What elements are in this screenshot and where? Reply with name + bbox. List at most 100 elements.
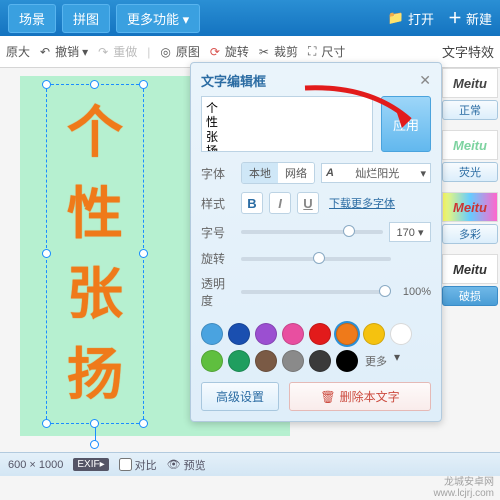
size-value[interactable]: 170 ▾: [389, 222, 431, 242]
status-bar: 600 × 1000 EXIF▸ 对比 👁预览: [0, 452, 500, 476]
font-source-tabs[interactable]: 本地 网络: [241, 162, 315, 184]
color-swatch[interactable]: [390, 323, 412, 345]
undo-button[interactable]: ↶撤销▾: [40, 43, 88, 60]
color-swatch[interactable]: [282, 350, 304, 372]
compare-checkbox[interactable]: 对比: [119, 457, 157, 473]
color-swatch[interactable]: [309, 350, 331, 372]
size-slider[interactable]: [241, 230, 383, 234]
texteffect-label[interactable]: 文字特效: [442, 42, 494, 61]
rotate-icon: ⟳: [210, 45, 220, 59]
text-char: 个: [67, 105, 123, 161]
text-char: 张: [67, 266, 123, 322]
effect-item[interactable]: Meitu多彩: [440, 192, 500, 244]
color-swatch[interactable]: [228, 350, 250, 372]
rotate-button[interactable]: ⟳旋转: [210, 43, 249, 60]
font-tab-local[interactable]: 本地: [242, 163, 278, 183]
effect-button-colorful[interactable]: 多彩: [442, 224, 498, 244]
eye-icon: 👁: [167, 458, 181, 471]
color-swatch[interactable]: [255, 323, 277, 345]
more-colors-link[interactable]: 更多: [365, 353, 387, 369]
watermark: 龙城安卓网 www.lcjrj.com: [433, 476, 494, 500]
effect-item[interactable]: Meitu破损: [440, 254, 500, 306]
text-input[interactable]: [201, 96, 373, 152]
tab-collage[interactable]: 拼图: [62, 4, 110, 33]
delete-text-button[interactable]: 🗑删除本文字: [289, 382, 431, 411]
tab-scene[interactable]: 场景: [8, 4, 56, 33]
crop-button[interactable]: ✂裁剪: [259, 43, 298, 60]
slider-thumb[interactable]: [379, 285, 391, 297]
panel-title: 文字编辑框: [201, 71, 266, 90]
effect-preview: Meitu: [442, 68, 498, 98]
size-button[interactable]: ⛶尺寸: [308, 43, 345, 60]
underline-button[interactable]: U: [297, 192, 319, 214]
resize-handle[interactable]: [90, 80, 99, 89]
text-object[interactable]: 个 性 张 扬: [46, 84, 144, 424]
target-icon: ◎: [160, 45, 170, 59]
resize-handle[interactable]: [42, 249, 51, 258]
resize-handle[interactable]: [139, 80, 148, 89]
bold-button[interactable]: B: [241, 192, 263, 214]
close-icon[interactable]: ✕: [419, 72, 431, 89]
effect-preview: Meitu: [442, 254, 498, 284]
preview-button[interactable]: 👁预览: [167, 457, 206, 473]
open-button[interactable]: 📁打开: [388, 9, 434, 28]
font-label: 字体: [201, 165, 235, 182]
scissors-icon: ✂: [259, 45, 269, 59]
folder-icon: 📁: [388, 10, 404, 26]
size-label: 字号: [201, 224, 235, 241]
effect-button-glow[interactable]: 荧光: [442, 162, 498, 182]
text-edit-panel: 文字编辑框 ✕ 应用 字体 本地 网络 A灿烂阳光▾ 样式 B I U 下载更多…: [190, 62, 442, 422]
new-button[interactable]: ＋新建: [448, 8, 492, 28]
effect-item[interactable]: Meitu正常: [440, 68, 500, 120]
exif-button[interactable]: EXIF▸: [73, 458, 108, 471]
trash-icon: 🗑: [320, 390, 335, 404]
effect-sidebar: Meitu正常 Meitu荧光 Meitu多彩 Meitu破损: [440, 68, 500, 306]
color-swatch[interactable]: [255, 350, 277, 372]
zoom-label[interactable]: 原大: [6, 43, 30, 60]
font-tab-net[interactable]: 网络: [278, 163, 314, 183]
color-swatch[interactable]: [336, 350, 358, 372]
resize-handle[interactable]: [42, 419, 51, 428]
color-swatches: 更多 ▾: [201, 317, 431, 376]
color-swatch[interactable]: [282, 323, 304, 345]
top-menu-bar: 场景 拼图 更多功能 ▾ 📁打开 ＋新建: [0, 0, 500, 36]
original-button[interactable]: ◎原图: [160, 43, 200, 60]
color-swatch[interactable]: [309, 323, 331, 345]
rotate-slider[interactable]: [241, 257, 391, 261]
redo-icon: ↷: [98, 45, 108, 59]
resize-handle[interactable]: [42, 80, 51, 89]
redo-button[interactable]: ↷重做: [98, 43, 137, 60]
italic-button[interactable]: I: [269, 192, 291, 214]
resize-handle[interactable]: [139, 249, 148, 258]
text-char: 性: [67, 186, 123, 242]
rotate-handle[interactable]: [90, 440, 99, 449]
effect-button-normal[interactable]: 正常: [442, 100, 498, 120]
effect-preview: Meitu: [442, 192, 498, 222]
ruler-icon: ⛶: [308, 44, 316, 59]
color-swatch[interactable]: [336, 323, 358, 345]
advanced-button[interactable]: 高级设置: [201, 382, 279, 411]
tab-more[interactable]: 更多功能 ▾: [116, 4, 200, 33]
color-swatch[interactable]: [363, 323, 385, 345]
slider-thumb[interactable]: [343, 225, 355, 237]
apply-button[interactable]: 应用: [381, 96, 431, 152]
font-select[interactable]: A灿烂阳光▾: [321, 163, 431, 183]
undo-icon: ↶: [40, 45, 50, 59]
chevron-down-icon: ▾: [82, 45, 88, 59]
opacity-slider[interactable]: [241, 290, 391, 294]
effect-button-broken[interactable]: 破损: [442, 286, 498, 306]
style-label: 样式: [201, 195, 235, 212]
effect-preview: Meitu: [442, 130, 498, 160]
slider-thumb[interactable]: [313, 252, 325, 264]
color-swatch[interactable]: [228, 323, 250, 345]
canvas-dimensions: 600 × 1000: [8, 459, 63, 471]
rotate-label: 旋转: [201, 250, 235, 267]
color-swatch[interactable]: [201, 350, 223, 372]
color-swatch[interactable]: [201, 323, 223, 345]
resize-handle[interactable]: [139, 419, 148, 428]
more-fonts-link[interactable]: 下载更多字体: [329, 195, 395, 211]
opacity-value: 100%: [397, 286, 431, 298]
chevron-down-icon: ▾: [394, 350, 400, 372]
chevron-down-icon: ▾: [420, 167, 426, 180]
effect-item[interactable]: Meitu荧光: [440, 130, 500, 182]
